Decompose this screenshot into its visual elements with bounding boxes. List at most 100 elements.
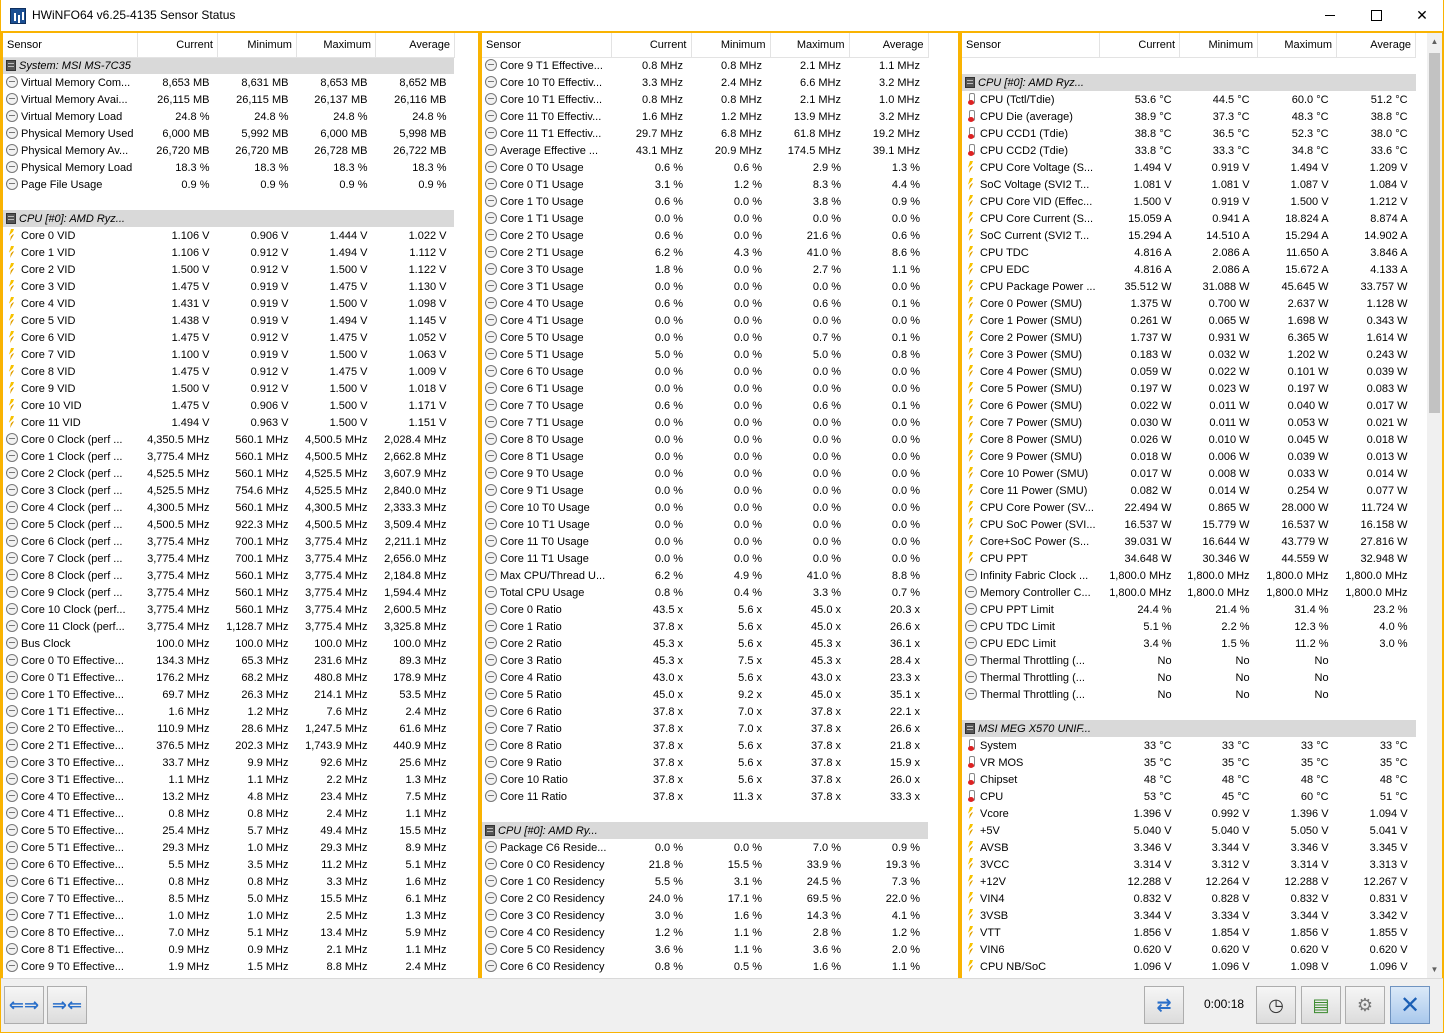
sensor-row[interactable]: Core 3 T0 Effective... 33.7 MHz 9.9 MHz 92.… [3, 754, 454, 771]
sensor-row[interactable]: Vcore 1.396 V 0.992 V 1.396 V 1.094 V [962, 805, 1416, 822]
sensor-row[interactable]: Core 9 Ratio 37.8 x 5.6 x 37.8 x 15.9 x [482, 754, 928, 771]
sensor-row[interactable]: Core 2 T1 Effective... 376.5 MHz 202.3 MHz… [3, 737, 454, 754]
sensor-row[interactable]: Core 7 T1 Usage 0.0 % 0.0 % 0.0 % 0.0 % [482, 414, 928, 431]
header-average[interactable]: Average [849, 33, 929, 58]
sensor-row[interactable]: Core 2 T1 Usage 6.2 % 4.3 % 41.0 % 8.6 % [482, 244, 928, 261]
sensor-row[interactable]: Core 11 T1 Effectiv... 29.7 MHz 6.8 MHz 61.… [482, 125, 928, 142]
sensor-row[interactable]: Virtual Memory Com... 8,653 MB 8,631 MB 8,6… [3, 74, 454, 91]
sensor-row[interactable]: CPU SoC Power (SVI... 16.537 W 15.779 W 16.… [962, 516, 1416, 533]
sensor-row[interactable]: Virtual Memory Load 24.8 % 24.8 % 24.8 % 24.… [3, 108, 454, 125]
sensor-row[interactable]: Core 11 VID 1.494 V 0.963 V 1.500 V 1.151 V [3, 414, 454, 431]
sensor-row[interactable]: Thermal Throttling (... No No No [962, 686, 1416, 703]
header-maximum[interactable]: Maximum [296, 33, 376, 58]
sensor-row[interactable]: CPU PPT Limit 24.4 % 21.4 % 31.4 % 23.2 % [962, 601, 1416, 618]
sensor-row[interactable]: Core 6 Ratio 37.8 x 7.0 x 37.8 x 22.1 x [482, 703, 928, 720]
sensor-row[interactable]: Core 10 T0 Effectiv... 3.3 MHz 2.4 MHz 6.6 … [482, 74, 928, 91]
sensor-row[interactable]: Physical Memory Av... 26,720 MB 26,720 MB 2… [3, 142, 454, 159]
sensor-row[interactable]: Core 2 Ratio 45.3 x 5.6 x 45.3 x 36.1 x [482, 635, 928, 652]
sensor-row[interactable]: Core 8 T0 Usage 0.0 % 0.0 % 0.0 % 0.0 % [482, 431, 928, 448]
sensor-row[interactable]: Core 6 Power (SMU) 0.022 W 0.011 W 0.040 W 0… [962, 397, 1416, 414]
sensor-row[interactable]: VTT 1.856 V 1.854 V 1.856 V 1.855 V [962, 924, 1416, 941]
sensor-row[interactable]: Core 11 T0 Effectiv... 1.6 MHz 1.2 MHz 13.9… [482, 108, 928, 125]
sensor-row[interactable]: Chipset 48 °C 48 °C 48 °C 48 °C [962, 771, 1416, 788]
sensor-row[interactable]: Core 7 Ratio 37.8 x 7.0 x 37.8 x 26.6 x [482, 720, 928, 737]
sensor-row[interactable]: Core 4 T0 Effective... 13.2 MHz 4.8 MHz 23.… [3, 788, 454, 805]
sensor-row[interactable]: CPU 53 °C 45 °C 60 °C 51 °C [962, 788, 1416, 805]
sensor-row[interactable]: Core 5 T0 Usage 0.0 % 0.0 % 0.7 % 0.1 % [482, 329, 928, 346]
sensor-row[interactable]: Core 0 Ratio 43.5 x 5.6 x 45.0 x 20.3 x [482, 601, 928, 618]
sensor-row[interactable]: Core 8 Ratio 37.8 x 5.6 x 37.8 x 21.8 x [482, 737, 928, 754]
sensor-row[interactable]: Max CPU/Thread U... 6.2 % 4.9 % 41.0 % 8.8 % [482, 567, 928, 584]
header-sensor[interactable]: Sensor [3, 33, 138, 58]
sensor-group-row[interactable]: CPU [#0]: AMD Ryz... [962, 74, 1416, 91]
sensor-row[interactable]: CPU Core Voltage (S... 1.494 V 0.919 V 1.49… [962, 159, 1416, 176]
sensor-row[interactable]: Physical Memory Load 18.3 % 18.3 % 18.3 % 18… [3, 159, 454, 176]
sensor-row[interactable]: Core 10 Power (SMU) 0.017 W 0.008 W 0.033 W… [962, 465, 1416, 482]
sensor-row[interactable]: Core 5 VID 1.438 V 0.919 V 1.494 V 1.145 V [3, 312, 454, 329]
sensor-row[interactable]: Core 6 T0 Usage 0.0 % 0.0 % 0.0 % 0.0 % [482, 363, 928, 380]
sensor-row[interactable]: Core 5 T0 Effective... 25.4 MHz 5.7 MHz 49.… [3, 822, 454, 839]
sensor-row[interactable]: Core 9 T1 Usage 0.0 % 0.0 % 0.0 % 0.0 % [482, 482, 928, 499]
sensor-group-row[interactable]: System: MSI MS-7C35 [3, 57, 455, 74]
header-sensor[interactable]: Sensor [482, 33, 612, 58]
sensor-row[interactable]: Core 4 Power (SMU) 0.059 W 0.022 W 0.101 W 0… [962, 363, 1416, 380]
sensor-row[interactable]: Core 4 C0 Residency 1.2 % 1.1 % 2.8 % 1.2 % [482, 924, 928, 941]
sensor-row[interactable]: Core 10 T1 Effectiv... 0.8 MHz 0.8 MHz 2.1 … [482, 91, 928, 108]
sensor-row[interactable]: Core 5 Power (SMU) 0.197 W 0.023 W 0.197 W 0… [962, 380, 1416, 397]
reset-timer-button[interactable]: ◷ [1256, 986, 1296, 1024]
sensor-row[interactable]: Core 7 VID 1.100 V 0.919 V 1.500 V 1.063 V [3, 346, 454, 363]
sensor-row[interactable]: CPU Core VID (Effec... 1.500 V 0.919 V 1.50… [962, 193, 1416, 210]
sensor-row[interactable]: Core 1 T1 Usage 0.0 % 0.0 % 0.0 % 0.0 % [482, 210, 928, 227]
sensor-row[interactable]: Core 0 C0 Residency 21.8 % 15.5 % 33.9 % 19.… [482, 856, 928, 873]
sensor-row[interactable]: VIN6 0.620 V 0.620 V 0.620 V 0.620 V [962, 941, 1416, 958]
sensor-row[interactable]: Core 10 Ratio 37.8 x 5.6 x 37.8 x 26.0 x [482, 771, 928, 788]
sensor-row[interactable]: Core 11 T1 Usage 0.0 % 0.0 % 0.0 % 0.0 % [482, 550, 928, 567]
sensor-row[interactable]: Core 8 Power (SMU) 0.026 W 0.010 W 0.045 W 0… [962, 431, 1416, 448]
expand-columns-button[interactable]: ⇐⇒ [4, 986, 44, 1024]
sensor-row[interactable]: Core 10 VID 1.475 V 0.906 V 1.500 V 1.171 V [3, 397, 454, 414]
sensor-row[interactable]: Core 9 Clock (perf ... 3,775.4 MHz 560.1 M… [3, 584, 454, 601]
sensor-row[interactable]: Core 0 VID 1.106 V 0.906 V 1.444 V 1.022 V [3, 227, 454, 244]
scroll-up-icon[interactable]: ▲ [1427, 33, 1442, 50]
sensor-row[interactable]: Core 1 T0 Usage 0.6 % 0.0 % 3.8 % 0.9 % [482, 193, 928, 210]
sensor-row[interactable]: Core 9 T1 Effective... 0.8 MHz 0.8 MHz 2.1 … [482, 57, 928, 74]
sensor-row[interactable]: CPU (Tctl/Tdie) 53.6 °C 44.5 °C 60.0 °C 51.2… [962, 91, 1416, 108]
sensor-row[interactable]: Core 6 C0 Residency 0.8 % 0.5 % 1.6 % 1.1 % [482, 958, 928, 975]
sensor-row[interactable]: Core 8 VID 1.475 V 0.912 V 1.475 V 1.009 V [3, 363, 454, 380]
header-current[interactable]: Current [137, 33, 218, 58]
collapse-columns-button[interactable]: ⇒⇐ [47, 986, 87, 1024]
network-button[interactable]: ⇄ [1144, 986, 1184, 1024]
sensor-row[interactable]: Core 8 T1 Usage 0.0 % 0.0 % 0.0 % 0.0 % [482, 448, 928, 465]
sensor-row[interactable]: CPU Package Power ... 35.512 W 31.088 W 45.… [962, 278, 1416, 295]
sensor-row[interactable]: Total CPU Usage 0.8 % 0.4 % 3.3 % 0.7 % [482, 584, 928, 601]
sensor-row[interactable]: Core 4 T0 Usage 0.6 % 0.0 % 0.6 % 0.1 % [482, 295, 928, 312]
sensor-row[interactable]: Core 11 Ratio 37.8 x 11.3 x 37.8 x 33.3 x [482, 788, 928, 805]
sensor-group-row[interactable]: CPU [#0]: AMD Ryz... [3, 210, 455, 227]
header-current[interactable]: Current [1099, 33, 1181, 58]
sensor-row[interactable]: VR MOS 35 °C 35 °C 35 °C 35 °C [962, 754, 1416, 771]
sensor-row[interactable]: Core 3 T1 Usage 0.0 % 0.0 % 0.0 % 0.0 % [482, 278, 928, 295]
sensor-row[interactable]: SoC Current (SVI2 T... 15.294 A 14.510 A 15… [962, 227, 1416, 244]
sensor-row[interactable]: Core 0 T1 Usage 3.1 % 1.2 % 8.3 % 4.4 % [482, 176, 928, 193]
sensor-row[interactable]: +5V 5.040 V 5.040 V 5.050 V 5.041 V [962, 822, 1416, 839]
sensor-row[interactable]: Core 5 T1 Effective... 29.3 MHz 1.0 MHz 29.… [3, 839, 454, 856]
sensor-row[interactable]: Package C6 Reside... 0.0 % 0.0 % 7.0 % 0.9 % [482, 839, 928, 856]
sensor-group-row[interactable]: CPU [#0]: AMD Ry... [482, 822, 928, 839]
close-window-button[interactable]: ✕ [1399, 0, 1444, 30]
header-sensor[interactable]: Sensor [962, 33, 1101, 58]
sensor-row[interactable]: Core 0 T1 Effective... 176.2 MHz 68.2 MHz 4… [3, 669, 454, 686]
sensor-row[interactable]: Core 8 T0 Effective... 7.0 MHz 5.1 MHz 13.4… [3, 924, 454, 941]
sensor-row[interactable]: Core 8 T1 Effective... 0.9 MHz 0.9 MHz 2.1 … [3, 941, 454, 958]
sensor-row[interactable]: Core 2 C0 Residency 24.0 % 17.1 % 69.5 % 22.… [482, 890, 928, 907]
sensor-row[interactable]: Core 5 T1 Usage 5.0 % 0.0 % 5.0 % 0.8 % [482, 346, 928, 363]
sensor-row[interactable]: CPU CCD1 (Tdie) 38.8 °C 36.5 °C 52.3 °C 38.0… [962, 125, 1416, 142]
sensor-row[interactable]: Core 4 T1 Effective... 0.8 MHz 0.8 MHz 2.4 … [3, 805, 454, 822]
settings-button[interactable]: ⚙ [1345, 986, 1385, 1024]
sensor-row[interactable]: Infinity Fabric Clock ... 1,800.0 MHz 1,80… [962, 567, 1416, 584]
sensor-row[interactable]: 3VCC 3.314 V 3.312 V 3.314 V 3.313 V [962, 856, 1416, 873]
sensor-row[interactable]: Core 1 Clock (perf ... 3,775.4 MHz 560.1 M… [3, 448, 454, 465]
sensor-row[interactable]: SoC Voltage (SVI2 T... 1.081 V 1.081 V 1.08… [962, 176, 1416, 193]
header-average[interactable]: Average [1336, 33, 1417, 58]
sensor-row[interactable]: Core 2 Power (SMU) 1.737 W 0.931 W 6.365 W 1… [962, 329, 1416, 346]
close-sensors-button[interactable]: ✕ [1390, 986, 1430, 1024]
